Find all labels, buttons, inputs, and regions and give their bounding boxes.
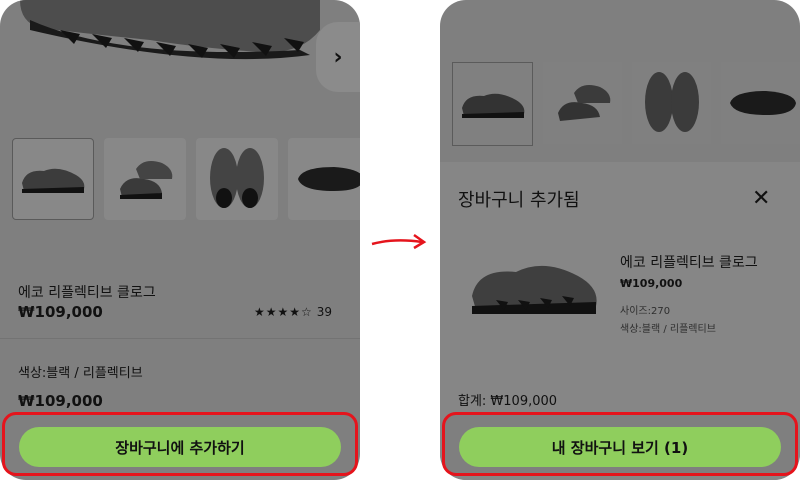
close-button[interactable]: ✕ bbox=[752, 186, 770, 211]
thumbnail-sole-view[interactable] bbox=[721, 62, 800, 144]
view-cart-button[interactable]: 내 장바구니 보기 (1) bbox=[459, 427, 781, 467]
product-price: ₩109,000 bbox=[18, 303, 103, 321]
section-divider bbox=[0, 338, 360, 339]
close-icon: ✕ bbox=[752, 186, 771, 211]
chevron-right-icon: › bbox=[333, 44, 343, 70]
color-option-label: 색상:블랙 / 리플렉티브 bbox=[18, 366, 143, 381]
cart-product-price: ₩109,000 bbox=[620, 277, 683, 290]
cart-product-image bbox=[472, 265, 597, 314]
cart-product-name: 에코 리플렉티브 클로그 bbox=[620, 255, 758, 271]
thumbnail-gallery bbox=[12, 138, 360, 220]
clog-side-image bbox=[461, 93, 524, 118]
clog-sole-image bbox=[298, 167, 360, 191]
clog-pair-image bbox=[557, 85, 610, 121]
carousel-next-button[interactable]: › bbox=[316, 22, 360, 92]
rating-count: 39 bbox=[316, 305, 333, 319]
cart-added-screen: 장바구니 추가됨 ✕ 에코 리플렉티브 클로그 ₩109,000 사이즈:270… bbox=[440, 0, 800, 480]
product-hero-image[interactable] bbox=[0, 0, 360, 110]
product-name: 에코 리플렉티브 클로그 bbox=[18, 285, 156, 301]
clog-side-image bbox=[22, 168, 85, 193]
add-to-cart-button[interactable]: 장바구니에 추가하기 bbox=[19, 427, 341, 467]
thumbnail-gallery bbox=[440, 62, 800, 162]
thumbnail-pair-view[interactable] bbox=[543, 62, 622, 144]
product-detail-screen: › 에코 리플렉티브 클로그 ₩109,000 ★★★★☆ 39 색상:블랙 /… bbox=[0, 0, 360, 480]
product-price-repeat: ₩109,000 bbox=[18, 392, 103, 410]
clog-top-image bbox=[210, 148, 264, 208]
rating-stars: ★★★★☆ bbox=[254, 305, 313, 319]
thumbnail-top-view[interactable] bbox=[632, 62, 711, 144]
sheet-title: 장바구니 추가됨 bbox=[458, 190, 580, 211]
cart-product-color: 색상:블랙 / 리플렉티브 bbox=[620, 324, 716, 335]
thumbnail-side-view[interactable] bbox=[452, 62, 533, 146]
thumbnail-side-view[interactable] bbox=[12, 138, 94, 220]
cart-product-size: 사이즈:270 bbox=[620, 306, 671, 317]
thumbnail-sole-view[interactable] bbox=[288, 138, 360, 220]
cart-total: 합계: ₩109,000 bbox=[458, 394, 558, 409]
product-rating[interactable]: ★★★★☆ 39 bbox=[254, 305, 332, 319]
clog-pair-image bbox=[120, 161, 173, 199]
view-cart-highlight: 내 장바구니 보기 (1) bbox=[442, 412, 798, 476]
clog-sole-image bbox=[729, 91, 796, 115]
thumbnail-top-view[interactable] bbox=[196, 138, 278, 220]
flow-arrow-icon bbox=[371, 233, 427, 250]
clog-top-image bbox=[644, 72, 699, 132]
add-to-cart-highlight: 장바구니에 추가하기 bbox=[2, 412, 358, 476]
thumbnail-pair-view[interactable] bbox=[104, 138, 186, 220]
